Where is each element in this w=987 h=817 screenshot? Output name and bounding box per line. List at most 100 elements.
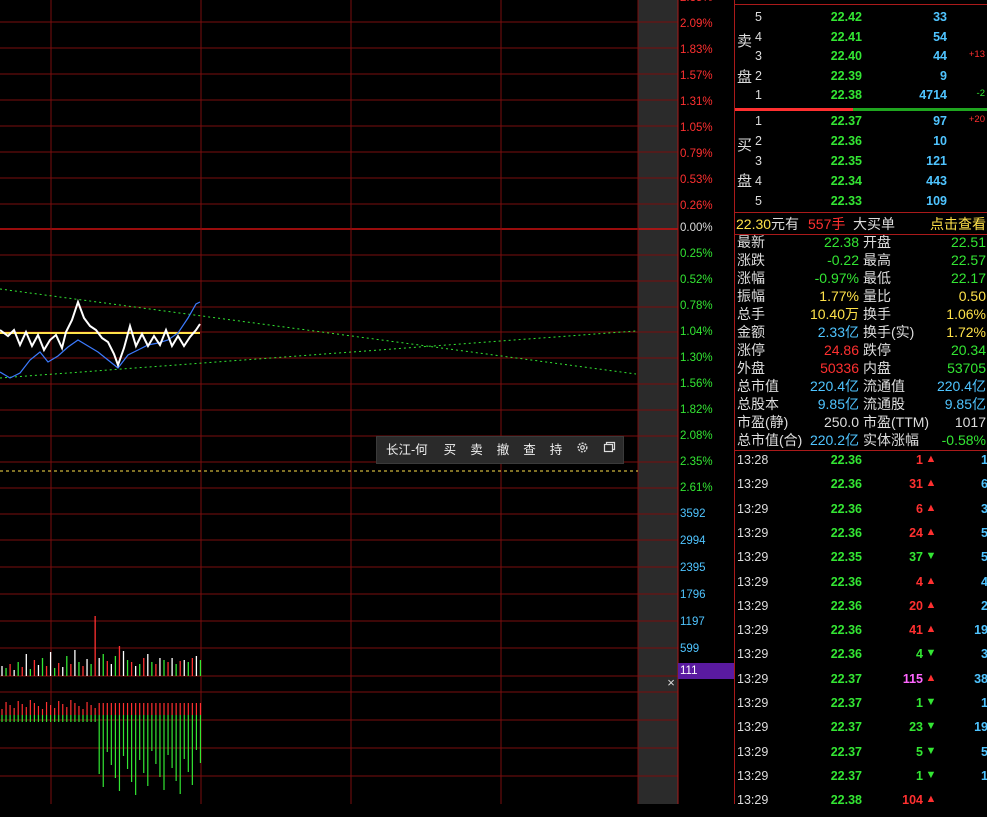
- stat-right: 市盈(TTM) 1017: [863, 413, 986, 431]
- level-price: 22.33: [830, 194, 862, 208]
- stat-key: 内盘: [863, 360, 891, 376]
- pct-zero-label: 0.00%: [680, 222, 713, 234]
- stat-key: 涨幅: [737, 270, 765, 286]
- stat-key: 市盈(TTM): [863, 414, 930, 430]
- stat-right: 跌停 20.34: [863, 341, 986, 359]
- stat-value: 220.4亿: [936, 378, 986, 394]
- volume-tick-label: 599: [680, 643, 700, 655]
- ask-bid-ratio-green: [853, 108, 987, 111]
- pct-tick-label: 1.82%: [680, 404, 713, 416]
- trend-line-lower: [0, 330, 637, 379]
- divider: [735, 450, 987, 451]
- arrow-down-icon: ▼: [925, 768, 937, 781]
- ask-row[interactable]: 4 22.41 54: [735, 30, 987, 50]
- pct-tick-label: 0.25%: [680, 248, 713, 260]
- tick-qty: 104: [902, 793, 923, 808]
- stat-right: 量比 0.50: [863, 287, 986, 305]
- level-price: 22.37: [830, 114, 862, 128]
- tick-qty: 5: [916, 744, 923, 759]
- level-price: 22.34: [830, 174, 862, 188]
- tick-price: 22.36: [830, 525, 862, 540]
- tick-price: 22.37: [830, 696, 862, 710]
- stat-key: 换手(实): [863, 324, 915, 340]
- query-button[interactable]: 查: [516, 438, 543, 462]
- tick-count: 19: [974, 720, 987, 735]
- bid-row[interactable]: 1 22.37 97 +20: [735, 114, 987, 134]
- volume-tick-label: 1197: [680, 616, 705, 628]
- stat-right: 流通股 9.85亿: [863, 395, 986, 413]
- intraday-chart[interactable]: [0, 0, 680, 804]
- tick-price: 22.37: [830, 720, 862, 735]
- level-volume: 9: [940, 68, 947, 83]
- stat-value: 22.17: [950, 270, 986, 286]
- ask-row[interactable]: 2 22.39 9: [735, 69, 987, 89]
- stat-key: 市盈(静): [737, 414, 789, 430]
- stat-value: 20.34: [950, 342, 986, 358]
- pct-tick-label: 0.79%: [680, 148, 713, 160]
- level-volume: 443: [926, 174, 947, 188]
- tick-price: 22.38: [830, 793, 862, 808]
- sell-button[interactable]: 卖: [463, 438, 490, 462]
- tick-price: 22.37: [830, 671, 862, 686]
- stat-left: 最新 22.38: [737, 233, 859, 251]
- tick-count: 3: [981, 647, 987, 662]
- pct-tick-label: 0.78%: [680, 300, 713, 312]
- tick-count: 5: [981, 550, 987, 565]
- tick-row: 13:29 22.37 1 ▼ 1: [735, 696, 987, 720]
- bid-row[interactable]: 2 22.36 10: [735, 134, 987, 154]
- stat-left: 总股本 9.85亿: [737, 395, 859, 413]
- stat-right: 最低 22.17: [863, 269, 986, 287]
- gear-icon[interactable]: [569, 438, 596, 462]
- tick-price: 22.36: [830, 647, 862, 662]
- arrow-up-icon: ▲: [925, 525, 937, 538]
- pct-tick-label: 0.26%: [680, 200, 713, 212]
- level-price: 22.40: [830, 49, 862, 63]
- stat-value: 9.85亿: [817, 396, 859, 412]
- account-selector[interactable]: 长江-何: [377, 438, 437, 462]
- level-number: 1: [755, 88, 762, 102]
- tick-time: 13:29: [737, 793, 769, 808]
- ask-row[interactable]: 5 22.42 33: [735, 10, 987, 30]
- buy-button[interactable]: 买: [437, 438, 464, 462]
- tick-count: 1: [981, 768, 987, 783]
- alert-view-link[interactable]: 点击查看: [930, 214, 986, 234]
- volume-tick-label: 3592: [680, 508, 706, 520]
- tick-qty: 1: [916, 768, 923, 783]
- stat-right: 换手 1.06%: [863, 305, 986, 323]
- level-price: 22.38: [830, 88, 862, 102]
- restore-window-icon[interactable]: [596, 438, 623, 462]
- level-volume: 121: [926, 154, 947, 168]
- tick-time: 13:29: [737, 720, 769, 735]
- chart-canvas: [0, 0, 679, 804]
- bid-row[interactable]: 3 22.35 121: [735, 154, 987, 174]
- bid-row[interactable]: 5 22.33 109: [735, 194, 987, 214]
- alert-qty: 557手: [808, 216, 846, 232]
- arrow-up-icon: ▲: [925, 598, 937, 611]
- holdings-button[interactable]: 持: [543, 438, 570, 462]
- tick-row: 13:29 22.36 41 ▲ 19: [735, 623, 987, 647]
- bid-row[interactable]: 4 22.34 443: [735, 174, 987, 194]
- stat-right: 流通值 220.4亿: [863, 377, 986, 395]
- tick-row: 13:29 22.38 104 ▲: [735, 793, 987, 817]
- level-number: 4: [755, 29, 762, 44]
- stat-value: 24.86: [823, 342, 859, 358]
- level-change: +20: [968, 114, 985, 125]
- ask-row[interactable]: 3 22.40 44 +13: [735, 49, 987, 69]
- pct-tick-label: 2.35%: [680, 0, 713, 4]
- tick-price: 22.36: [830, 477, 862, 492]
- stat-key: 实体涨幅: [863, 432, 919, 448]
- tick-row: 13:29 22.36 20 ▲ 2: [735, 599, 987, 623]
- alert-text: 元有: [771, 216, 799, 232]
- tick-count: 19: [974, 623, 987, 638]
- pct-tick-label: 0.52%: [680, 274, 713, 286]
- level-volume: 33: [933, 10, 947, 24]
- ask-row[interactable]: 1 22.38 4714 -2: [735, 88, 987, 108]
- tick-row: 13:29 22.37 115 ▲ 38: [735, 672, 987, 696]
- cancel-order-button[interactable]: 撤: [490, 438, 517, 462]
- arrow-up-icon: ▲: [925, 501, 937, 514]
- stat-value: 2.33亿: [817, 324, 859, 340]
- close-icon[interactable]: ×: [664, 676, 678, 690]
- big-order-alert: 22.30 元有 557手 大买单 点击查看: [735, 214, 987, 234]
- tick-time: 13:29: [737, 768, 769, 783]
- stat-key: 振幅: [737, 288, 765, 304]
